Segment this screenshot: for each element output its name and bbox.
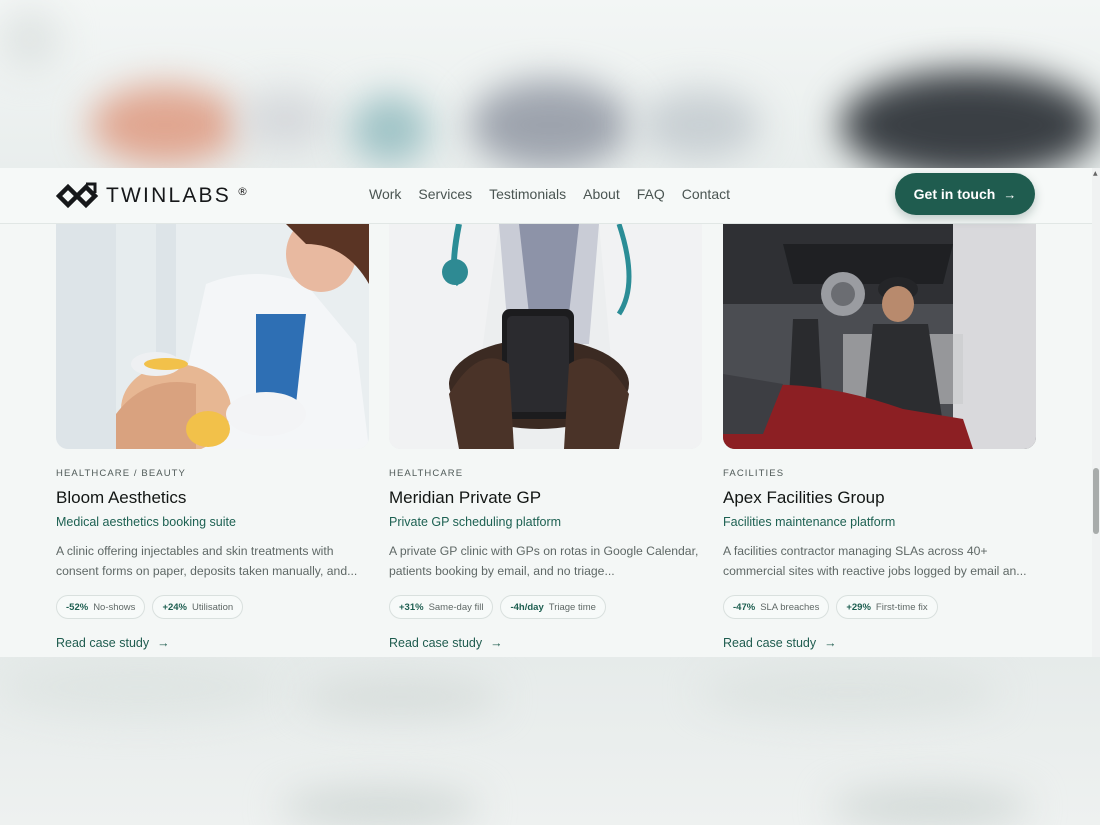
navbar: TWINLABS ® Work Services Testimonials Ab… [0,168,1092,224]
metric-chip: -52% No-shows [56,595,146,619]
card-description: A private GP clinic with GPs on rotas in… [389,544,699,578]
get-in-touch-label: Get in touch [913,186,996,202]
metric-label: First-time fix [875,601,928,613]
metric-value: -47% [733,601,756,613]
metric-label: Same-day fill [428,601,484,613]
nav-link-services[interactable]: Services [418,186,472,202]
get-in-touch-button[interactable]: Get in touch → [895,173,1035,215]
card-tag: HEALTHCARE / BEAUTY [56,468,186,479]
metric-label: No-shows [93,601,136,613]
card-title[interactable]: Bloom Aesthetics [56,488,369,508]
card-subtitle: Facilities maintenance platform [723,515,896,529]
blurred-backdrop-top [0,0,1100,168]
blurred-backdrop-bottom [0,657,1100,825]
metric-value: -52% [66,601,89,613]
scroll-up-arrow-icon[interactable]: ▲ [1093,170,1098,177]
read-case-study-label: Read case study [723,636,817,650]
metric-chip: -47% SLA breaches [723,595,830,619]
metric-chip: -4h/day Triage time [500,595,606,619]
arrow-right-icon: → [157,636,170,650]
aesthetician-treating-client-photo [56,224,369,449]
case-study-card[interactable]: HEALTHCARE Meridian Private GP Private G… [389,224,702,650]
read-case-study-label: Read case study [56,636,150,650]
nav-link-work[interactable]: Work [369,186,401,202]
brand-name: TWINLABS [106,184,231,207]
nav-link-faq[interactable]: FAQ [637,186,665,202]
read-case-study-link[interactable]: Read case study → [723,636,1036,650]
read-case-study-link[interactable]: Read case study → [389,636,702,650]
card-subtitle: Medical aesthetics booking suite [56,515,236,529]
nav-link-about[interactable]: About [583,186,620,202]
metric-value: +24% [162,601,187,613]
twinlabs-logo-icon [56,182,99,209]
mechanic-in-garage-photo [723,224,1036,449]
card-subtitle: Private GP scheduling platform [389,515,562,529]
metric-value: +31% [399,601,424,613]
registered-mark: ® [236,184,248,198]
case-study-card[interactable]: FACILITIES Apex Facilities Group Facilit… [723,224,1036,650]
metric-value: -4h/day [510,601,544,613]
main-nav: Work Services Testimonials About FAQ Con… [369,186,730,202]
read-case-study-label: Read case study [389,636,483,650]
doctor-holding-phone-photo [389,224,702,449]
card-description: A facilities contractor managing SLAs ac… [723,544,1027,578]
metric-chips: +31% Same-day fill -4h/day Triage time [389,595,702,619]
nav-link-contact[interactable]: Contact [682,186,730,202]
card-title[interactable]: Meridian Private GP [389,488,702,508]
metric-chip: +24% Utilisation [152,595,244,619]
scrollbar-thumb[interactable] [1093,468,1099,534]
brand-logo[interactable]: TWINLABS ® [56,180,248,212]
metric-label: Triage time [548,601,596,613]
card-description: A clinic offering injectables and skin t… [56,544,358,578]
card-tag: HEALTHCARE [389,468,464,479]
metric-chip: +31% Same-day fill [389,595,494,619]
arrow-right-icon: → [490,636,503,650]
arrow-right-icon: → [1003,186,1017,202]
metric-chips: -47% SLA breaches +29% First-time fix [723,595,1036,619]
read-case-study-link[interactable]: Read case study → [56,636,369,650]
page-viewport: TWINLABS ® Work Services Testimonials Ab… [0,168,1092,657]
card-tag: FACILITIES [723,468,785,479]
metric-label: SLA breaches [760,601,820,613]
metric-value: +29% [846,601,871,613]
metric-chip: +29% First-time fix [836,595,938,619]
nav-link-testimonials[interactable]: Testimonials [489,186,566,202]
arrow-right-icon: → [824,636,837,650]
vertical-scrollbar[interactable]: ▲ [1092,168,1100,657]
metric-label: Utilisation [192,601,234,613]
case-study-card[interactable]: HEALTHCARE / BEAUTY Bloom Aesthetics Med… [56,224,369,650]
card-title[interactable]: Apex Facilities Group [723,488,1036,508]
metric-chips: -52% No-shows +24% Utilisation [56,595,369,619]
